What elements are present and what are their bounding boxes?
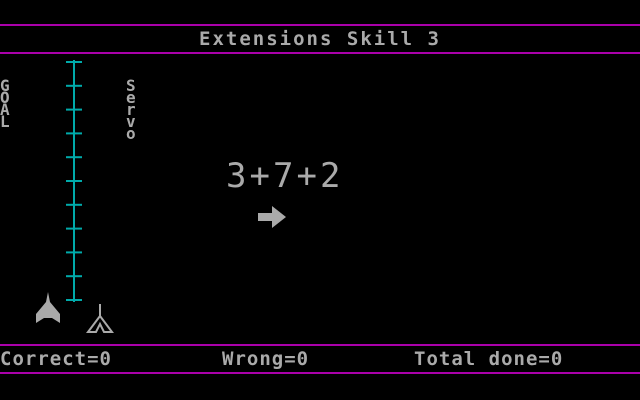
page-title: Extensions Skill 3 [199, 28, 441, 50]
operand: 2 [319, 156, 344, 196]
operand: 7 [272, 156, 297, 196]
servo-ship-icon [86, 304, 114, 333]
progress-scale [66, 60, 82, 302]
math-problem: 3+7+2 [226, 156, 343, 196]
right-arrow-icon [258, 206, 286, 228]
servo-label: Servo [126, 78, 136, 143]
goal-letter: L [0, 112, 10, 131]
plus-operator: + [296, 156, 320, 196]
plus-operator: + [249, 156, 273, 196]
wrong-count: Wrong=0 [222, 348, 310, 370]
goal-label: GOAL [0, 78, 10, 131]
servo-letter: o [126, 124, 136, 143]
title-underline [0, 52, 640, 54]
status-top-line [0, 344, 640, 346]
operand: 3 [226, 156, 250, 196]
total-done-count: Total done=0 [414, 348, 564, 370]
top-border-line [0, 24, 640, 26]
correct-count: Correct=0 [0, 348, 112, 370]
player-ship-icon [36, 292, 60, 323]
status-bottom-line [0, 372, 640, 374]
